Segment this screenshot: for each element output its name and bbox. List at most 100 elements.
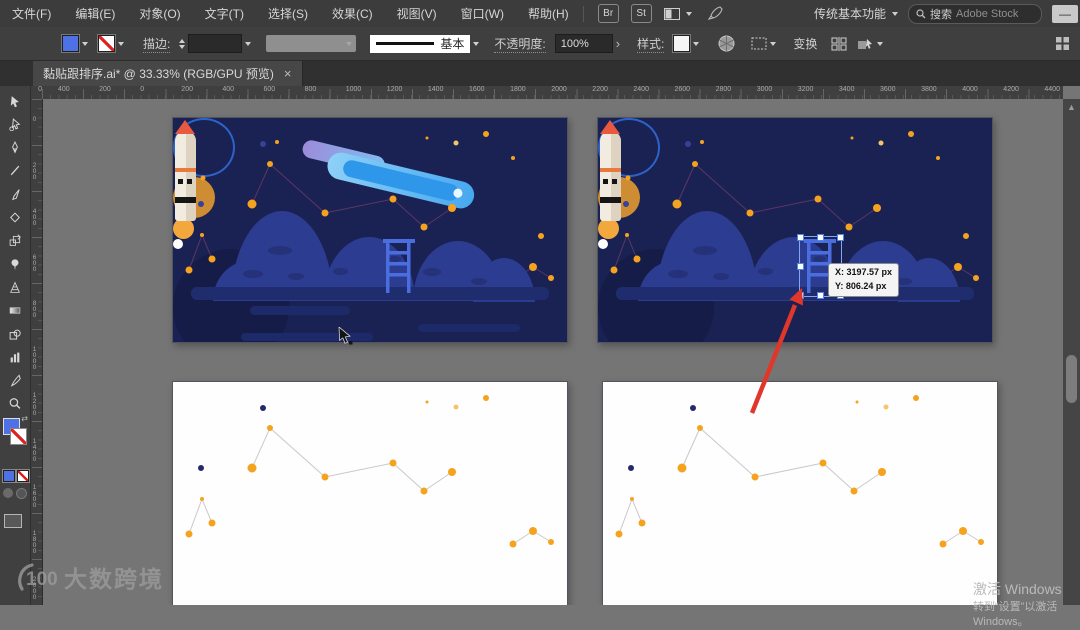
knife-tool[interactable]	[3, 370, 27, 392]
menu-item-6[interactable]: 视图(V)	[397, 5, 437, 22]
toolbar-fill-stroke[interactable]: ⇄	[2, 414, 28, 458]
menu-item-1[interactable]: 编辑(E)	[75, 5, 115, 22]
line-tool[interactable]	[3, 160, 27, 182]
brush-definition-dropdown[interactable]: 基本	[370, 34, 471, 53]
pen-tool-icon	[12, 141, 18, 154]
scale-tool[interactable]	[3, 230, 27, 252]
bridge-button[interactable]: Br	[597, 4, 619, 23]
graph-tool[interactable]	[3, 346, 27, 368]
menu-item-0[interactable]: 文件(F)	[12, 5, 51, 22]
document-tab[interactable]: 黏贴跟排序.ai* @ 33.33% (RGB/GPU 预览) ×	[33, 60, 303, 86]
selection-tool[interactable]	[3, 90, 27, 112]
direct-selection-tool[interactable]	[3, 113, 27, 135]
style-chevron-icon[interactable]	[693, 41, 700, 46]
toolbar-stroke-swatch[interactable]	[10, 428, 27, 445]
draw-behind-button[interactable]	[16, 488, 27, 499]
align-icon[interactable]	[831, 36, 847, 51]
isolate-chevron-icon[interactable]	[877, 41, 884, 46]
zoom-tool[interactable]	[3, 393, 27, 415]
selection-handle[interactable]	[817, 234, 824, 241]
paintbrush-tool[interactable]	[3, 183, 27, 205]
minimize-button[interactable]: —	[1052, 4, 1078, 23]
selection-handle[interactable]	[797, 292, 804, 299]
document-setup-icon[interactable]	[751, 37, 767, 50]
selection-handle[interactable]	[817, 292, 824, 299]
arrange-documents-icon[interactable]	[663, 7, 680, 20]
constellation-line	[392, 198, 425, 228]
isolate-selection-icon[interactable]	[857, 37, 874, 51]
artboard-4[interactable]	[602, 381, 998, 605]
hruler-label: 600	[263, 86, 276, 93]
opacity-menu-icon[interactable]: ›	[616, 36, 620, 51]
swap-fill-stroke-icon[interactable]: ⇄	[21, 414, 28, 423]
stroke-weight-chevron-icon[interactable]	[245, 41, 252, 46]
panel-dock-icon[interactable]	[1055, 36, 1070, 51]
style-label[interactable]: 样式:	[637, 35, 665, 53]
selection-handle[interactable]	[837, 234, 844, 241]
artboard-3[interactable]	[172, 381, 568, 605]
document-setup-chevron-icon[interactable]	[770, 41, 777, 46]
stock-search-input[interactable]: 搜索 Adobe Stock	[908, 3, 1042, 24]
workspace-switcher[interactable]: 传统基本功能	[814, 5, 898, 22]
shape-builder-tool[interactable]	[3, 323, 27, 345]
style-swatch[interactable]	[672, 34, 692, 53]
menu-item-5[interactable]: 效果(C)	[332, 5, 373, 22]
canvas[interactable]: X: 3197.57 px Y: 806.24 px	[42, 99, 1063, 605]
star-dot	[939, 540, 947, 548]
stroke-color-swatch[interactable]	[97, 34, 116, 53]
scrollbar-thumb[interactable]	[1066, 355, 1077, 403]
opacity-label[interactable]: 不透明度:	[494, 35, 546, 53]
menu-item-4[interactable]: 选择(S)	[268, 5, 308, 22]
constellation-line	[251, 427, 271, 469]
vertical-ruler[interactable]: 0200400600800100012001400160018002000220…	[30, 99, 43, 605]
stroke-chevron-icon[interactable]	[118, 41, 124, 46]
gradient-tool[interactable]	[3, 300, 27, 322]
ladder[interactable]	[383, 239, 415, 293]
fill-chevron-icon[interactable]	[82, 41, 88, 46]
stock-button[interactable]: St	[630, 4, 652, 23]
star-dot	[628, 465, 634, 471]
transform-button[interactable]: 变换	[793, 35, 817, 52]
screen-mode-button[interactable]	[4, 514, 22, 528]
gpu-performance-icon[interactable]	[707, 6, 723, 21]
scroll-up-icon[interactable]: ▲	[1067, 102, 1076, 112]
hruler-label: 3200	[797, 86, 814, 93]
eraser-tool[interactable]	[3, 207, 27, 229]
arrange-chevron-icon[interactable]	[685, 11, 692, 16]
menu-item-8[interactable]: 帮助(H)	[528, 5, 569, 22]
hruler-label: 1600	[469, 86, 485, 93]
opacity-input[interactable]: 100%	[554, 34, 613, 53]
menu-item-2[interactable]: 对象(O)	[139, 5, 180, 22]
draw-normal-button[interactable]	[3, 488, 13, 498]
star-dot	[483, 395, 489, 401]
workspace-chevron-icon	[892, 11, 898, 16]
recolor-artwork-icon[interactable]	[718, 35, 735, 52]
selection-handle[interactable]	[797, 263, 804, 270]
artboard-2[interactable]: X: 3197.57 px Y: 806.24 px	[597, 117, 993, 343]
fill-color-swatch[interactable]	[61, 34, 80, 53]
brush-chevron-icon[interactable]	[473, 41, 480, 46]
horizontal-ruler[interactable]: 400 200 0 200 400 600 800 1000 1200 1400 1600 1800 2…	[42, 86, 1063, 99]
hruler-label: 1400	[427, 86, 444, 93]
pen-tool[interactable]	[3, 137, 27, 159]
pin-tool[interactable]	[3, 253, 27, 275]
star-dot	[198, 465, 204, 471]
menu-item-7[interactable]: 窗口(W)	[461, 5, 504, 22]
stroke-weight-input[interactable]	[188, 34, 243, 53]
color-mode-button[interactable]	[2, 469, 16, 483]
selection-handle[interactable]	[797, 234, 804, 241]
cloud-spot	[713, 273, 729, 280]
none-mode-button[interactable]	[16, 469, 30, 483]
stroke-weight-stepper[interactable]	[179, 38, 186, 49]
vruler-label: 0	[31, 116, 38, 122]
close-tab-icon[interactable]: ×	[284, 66, 292, 81]
star-dot	[420, 223, 428, 231]
menu-item-3[interactable]: 文字(T)	[205, 5, 244, 22]
stroke-weight-label[interactable]: 描边:	[143, 35, 171, 53]
perspective-grid-tool[interactable]	[3, 276, 27, 298]
water-streak	[418, 324, 520, 332]
artboard-1[interactable]	[172, 117, 568, 343]
cloud-spot	[288, 273, 304, 280]
vertical-scrollbar[interactable]: ▲	[1063, 99, 1080, 605]
star-dot	[819, 459, 827, 467]
